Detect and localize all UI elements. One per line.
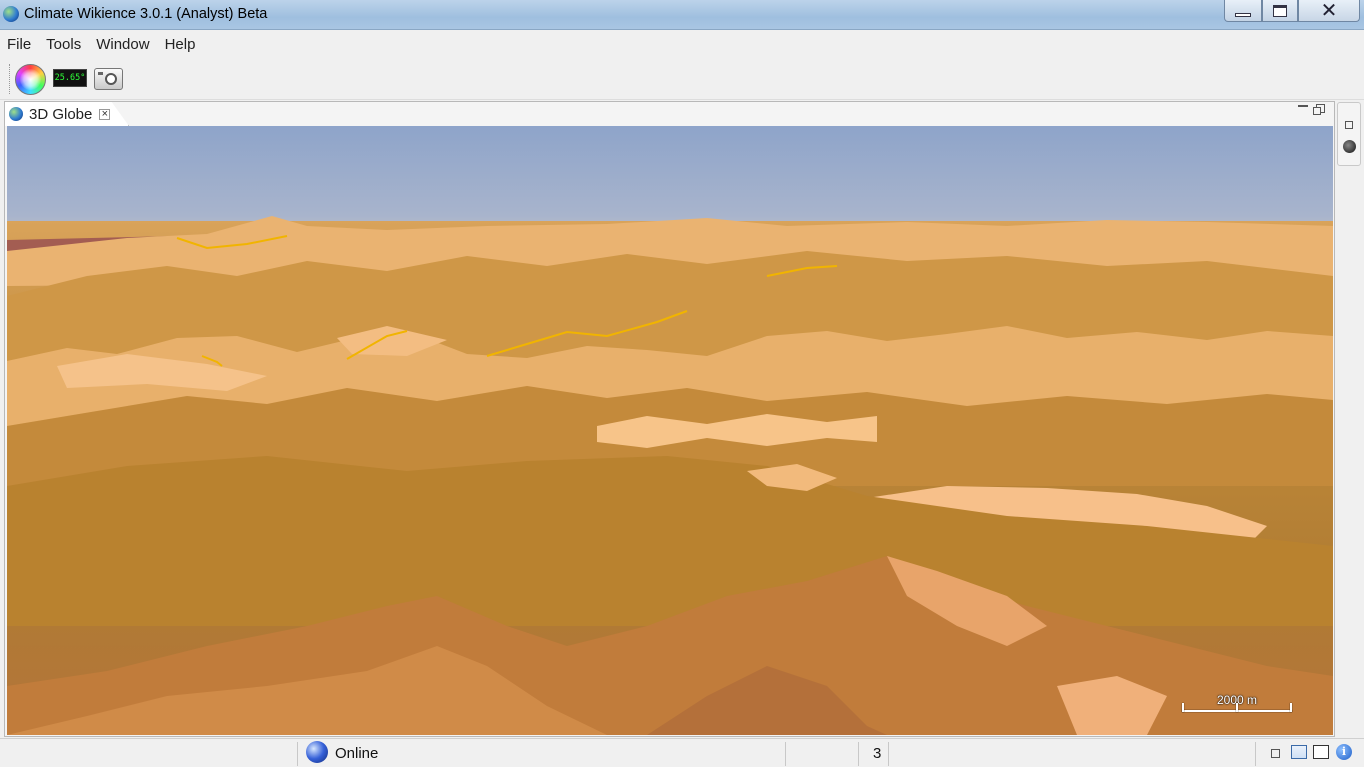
status-separator	[888, 742, 889, 766]
maximize-icon	[1273, 4, 1287, 17]
status-separator	[1255, 742, 1256, 766]
status-separator	[858, 742, 859, 766]
status-separator	[297, 742, 298, 766]
color-wheel-icon[interactable]	[15, 64, 46, 95]
menu-file[interactable]: File	[0, 36, 39, 53]
close-button[interactable]: ✕	[1298, 0, 1360, 22]
title-bar: Climate Wikience 3.0.1 (Analyst) Beta ✕	[0, 0, 1364, 30]
camera-lens	[105, 73, 117, 85]
globe-view-panel: 3D Globe × 2000 m	[4, 101, 1335, 737]
panel-minimize-icon[interactable]	[1298, 105, 1308, 107]
restore-icon[interactable]	[1271, 749, 1280, 758]
globe-3d-view[interactable]: 2000 m	[7, 126, 1333, 735]
menu-help[interactable]: Help	[158, 36, 204, 53]
toolbar-grip[interactable]	[9, 64, 11, 94]
terrain-render	[7, 126, 1333, 735]
panel-restore-icon[interactable]	[1313, 104, 1325, 115]
minimize-button[interactable]	[1224, 0, 1262, 22]
close-icon: ✕	[1320, 0, 1338, 22]
status-bar	[0, 738, 1364, 767]
document-icon[interactable]	[1313, 745, 1329, 759]
connection-status: Online	[335, 745, 379, 762]
window-title: Climate Wikience 3.0.1 (Analyst) Beta	[24, 6, 268, 22]
scale-bar: 2000 m	[1182, 693, 1292, 712]
scale-tick-right	[1290, 703, 1292, 712]
maximize-button[interactable]	[1262, 0, 1298, 22]
compass-icon[interactable]	[1343, 140, 1356, 153]
camera-icon[interactable]	[94, 68, 123, 90]
minimize-icon	[1235, 12, 1251, 17]
globe-icon	[9, 107, 23, 121]
status-count: 3	[873, 745, 882, 762]
info-icon[interactable]: i	[1336, 744, 1352, 760]
layer-tree-icon[interactable]	[1291, 745, 1307, 759]
camera-flash	[98, 72, 103, 75]
tab-label: 3D Globe	[29, 105, 93, 123]
app-globe-icon	[3, 6, 19, 22]
side-trim-bar	[1337, 102, 1361, 166]
toolbar	[0, 58, 1364, 100]
menu-bar: File Tools Window Help	[0, 31, 1364, 57]
scale-tick-left	[1182, 703, 1184, 712]
menu-tools[interactable]: Tools	[39, 36, 89, 53]
tab-3d-globe[interactable]: 3D Globe ×	[5, 102, 129, 126]
status-separator	[785, 742, 786, 766]
menu-window[interactable]: Window	[89, 36, 157, 53]
side-restore-icon[interactable]	[1345, 121, 1353, 129]
online-globe-icon	[306, 741, 328, 763]
tab-close-icon[interactable]: ×	[99, 108, 111, 120]
temperature-display[interactable]: 25.65°	[53, 69, 87, 87]
scale-tick-mid	[1236, 703, 1238, 712]
